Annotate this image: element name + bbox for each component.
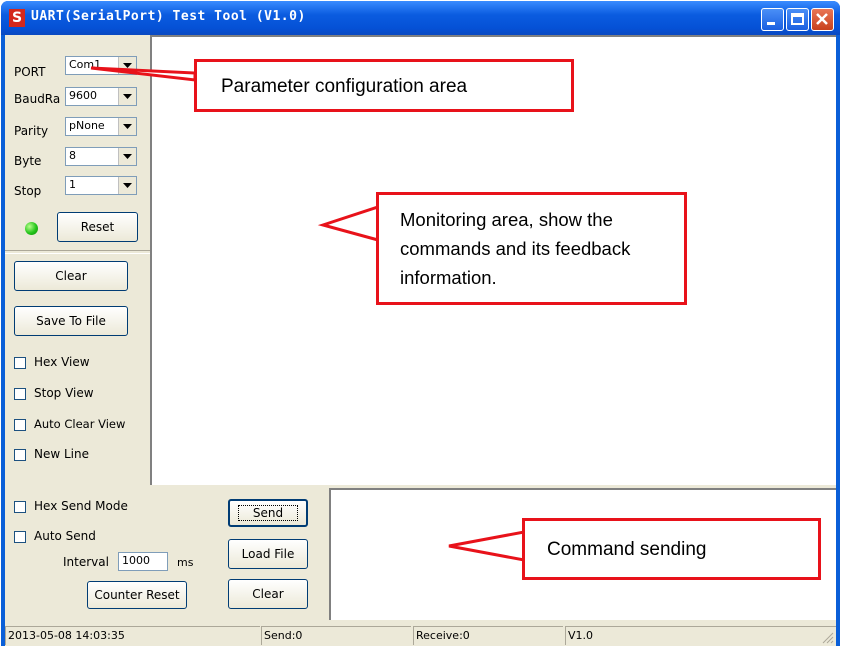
callout-command-sending: Command sending [522, 518, 821, 580]
pointer-command-sending [448, 530, 526, 562]
pointer-param-area [90, 66, 197, 82]
callout-monitor-area: Monitoring area, show the commands and i… [376, 192, 687, 305]
callout-param-area: Parameter configuration area [194, 59, 574, 112]
pointer-monitor-area [317, 204, 380, 242]
